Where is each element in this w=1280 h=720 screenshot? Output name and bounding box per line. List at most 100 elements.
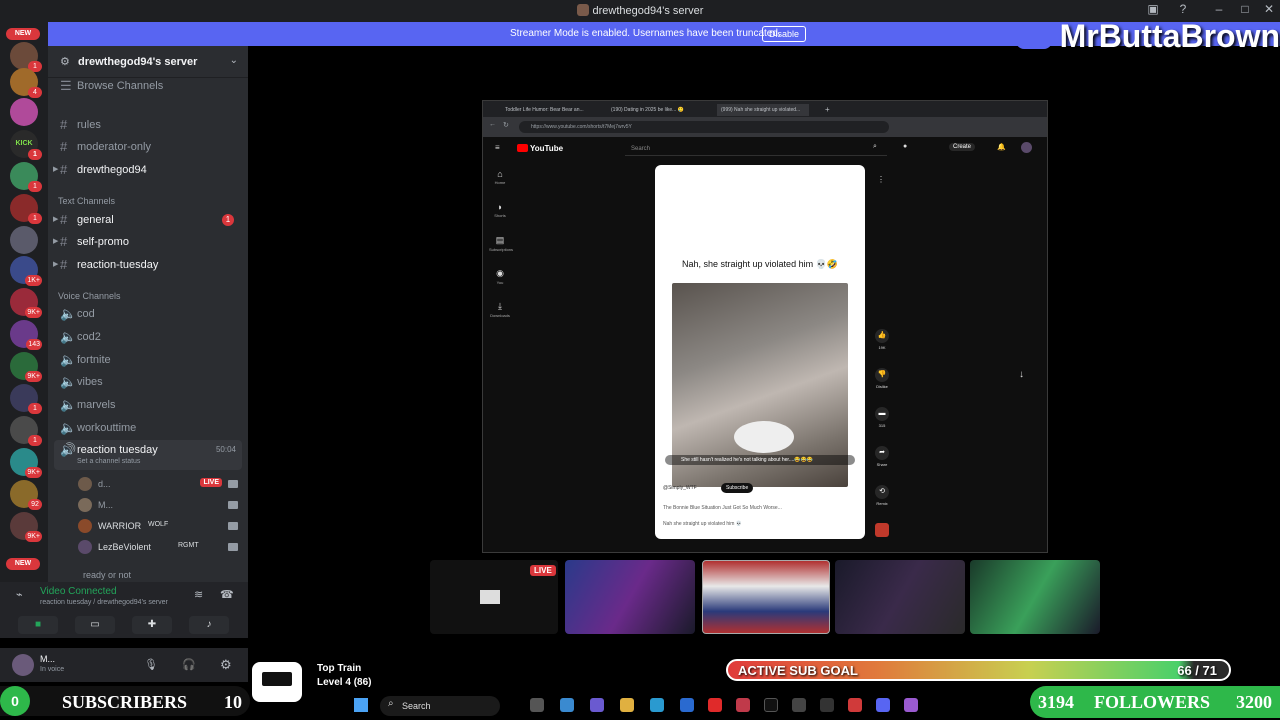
category-voice-channels[interactable]: Voice Channels <box>58 291 121 301</box>
headphones-icon[interactable]: 🎧 <box>182 658 196 671</box>
webcam-tile[interactable] <box>835 560 965 634</box>
webcam-tile[interactable] <box>702 560 830 634</box>
soundboard-button[interactable]: ♪ <box>189 616 229 634</box>
activities-button[interactable]: ✚ <box>132 616 172 634</box>
voice-user[interactable]: M... <box>78 495 240 515</box>
camera-button[interactable]: ■ <box>18 616 58 634</box>
settings-icon[interactable]: ⚙ <box>220 657 232 673</box>
voice-channel-workouttime[interactable]: 🔈 workouttime <box>54 418 242 438</box>
call-of-duty-icon[interactable] <box>820 698 834 712</box>
voice-user[interactable]: LezBeViolent RGMT <box>78 537 240 557</box>
disable-button[interactable]: Disable <box>762 26 807 42</box>
tiktok-icon[interactable] <box>764 698 778 712</box>
connection-location[interactable]: reaction tuesday / drewthegod94's server <box>40 599 168 606</box>
channel-reaction-tuesday[interactable]: ▶ # reaction-tuesday <box>53 255 242 275</box>
task-view-icon[interactable] <box>530 698 544 712</box>
server-header[interactable]: ⚙ drewthegod94's server ⌄ <box>48 46 248 78</box>
url-field[interactable]: https://www.youtube.com/shorts/t7Mej7wrv… <box>519 121 889 133</box>
youtube-icon[interactable] <box>708 698 722 712</box>
voice-user[interactable]: d... LIVE <box>78 474 240 494</box>
voice-channel-reaction-tuesday[interactable]: 🔊 reaction tuesday 50:04 Set a channel s… <box>54 440 242 470</box>
channel-self-promo[interactable]: ▶ # self-promo <box>53 232 242 252</box>
channel-status[interactable]: Set a channel status <box>77 458 140 465</box>
webcam-tile[interactable] <box>565 560 695 634</box>
server-icon[interactable]: 1 <box>10 194 42 224</box>
server-icon[interactable]: 9K+ <box>10 448 42 478</box>
avatar[interactable] <box>12 654 34 676</box>
channel-rules[interactable]: # rules <box>54 115 242 135</box>
server-icon[interactable] <box>10 226 38 254</box>
nav-home[interactable]: ⌂ Home <box>489 169 511 185</box>
nav-subscriptions[interactable]: ▤ Subscriptions <box>489 235 513 252</box>
server-icon[interactable] <box>10 98 38 126</box>
share-button[interactable]: ➦ Share <box>871 446 893 467</box>
channel-handle[interactable]: @Simply_WTF <box>663 485 697 491</box>
disconnect-icon[interactable]: ☎ <box>220 588 234 601</box>
edge-icon[interactable] <box>650 698 664 712</box>
server-icon[interactable]: 1 <box>10 42 42 72</box>
remix-button[interactable]: ⟲ Remix <box>871 485 893 506</box>
channel-general[interactable]: ▶ # general 1 <box>53 210 242 230</box>
youtube-search-input[interactable]: Search <box>625 142 887 156</box>
server-icon[interactable]: 9K+ <box>10 352 42 382</box>
app-icon[interactable] <box>848 698 862 712</box>
discord-icon[interactable] <box>876 698 890 712</box>
store-icon[interactable] <box>680 698 694 712</box>
mic-icon[interactable]: ● <box>903 143 907 150</box>
back-icon[interactable]: ← <box>489 121 496 128</box>
server-icon[interactable]: 1 <box>10 162 42 192</box>
search-icon[interactable]: ⌕ <box>873 143 877 151</box>
dislike-button[interactable]: 👎 Dislike <box>871 368 893 389</box>
more-options-icon[interactable]: ⋮ <box>877 175 885 184</box>
file-explorer-icon[interactable] <box>620 698 634 712</box>
app-icon[interactable] <box>904 698 918 712</box>
microphone-icon[interactable]: 🎙 <box>144 658 158 671</box>
channel-moderator-only[interactable]: # moderator-only <box>54 137 242 157</box>
server-icon[interactable]: 9K+ <box>10 512 42 542</box>
voice-channel-fortnite[interactable]: 🔈 fortnite <box>54 350 242 370</box>
server-icon[interactable]: 1K+ <box>10 256 42 286</box>
taskbar-search[interactable]: Search <box>380 696 500 716</box>
voice-user[interactable]: WARRIOR WOLF <box>78 516 240 536</box>
voice-channel-cod2[interactable]: 🔈 cod2 <box>54 327 242 347</box>
nav-you[interactable]: ◉ You <box>489 268 511 285</box>
nav-downloads[interactable]: ⤓ Downloads <box>489 301 511 318</box>
windows-start-icon[interactable] <box>354 698 368 712</box>
obs-icon[interactable] <box>792 698 806 712</box>
channel-drewthegod94[interactable]: ▶ # drewthegod94 <box>53 160 242 180</box>
create-button[interactable]: Create <box>949 143 976 151</box>
browser-tab[interactable]: Toddler Life Humor: Bear Bear an... <box>505 104 597 116</box>
category-text-channels[interactable]: Text Channels <box>58 196 115 206</box>
server-icon[interactable]: 9K+ <box>10 288 42 318</box>
nav-shorts[interactable]: ◗ Shorts <box>489 202 511 218</box>
server-icon[interactable]: 1 <box>10 416 42 446</box>
short-video-card[interactable]: Nah, she straight up violated him 💀🤣 She… <box>655 165 865 539</box>
server-icon[interactable]: 4 <box>10 68 42 98</box>
linked-video-title[interactable]: The Bonnie Blue Situation Just Got So Mu… <box>663 505 782 511</box>
notifications-icon[interactable]: 🔔 <box>997 143 1006 151</box>
browse-channels[interactable]: ☰ Browse Channels <box>54 76 242 96</box>
browser-tab[interactable]: (190) Dating in 2025 be like... 🥲 <box>611 104 703 116</box>
youtube-logo[interactable]: YouTube <box>517 144 563 153</box>
server-icon[interactable]: 1 <box>10 384 42 414</box>
comments-button[interactable]: ▬ 315 <box>871 407 893 428</box>
new-tab-icon[interactable]: + <box>825 104 830 116</box>
avatar[interactable] <box>1021 142 1032 153</box>
menu-icon[interactable]: ≡ <box>495 143 500 152</box>
reload-icon[interactable]: ↻ <box>503 121 509 129</box>
copilot-icon[interactable] <box>560 698 574 712</box>
channel-avatar-icon[interactable] <box>875 523 889 537</box>
app-icon[interactable] <box>736 698 750 712</box>
server-icon[interactable]: 92 <box>10 480 42 510</box>
app-icon[interactable] <box>590 698 604 712</box>
subscribe-button[interactable]: Subscribe <box>721 483 754 493</box>
webcam-tile[interactable] <box>970 560 1100 634</box>
voice-channel-vibes[interactable]: 🔈 vibes <box>54 372 242 392</box>
server-icon[interactable]: 143 <box>10 320 42 350</box>
screen-share-button[interactable]: ▭ <box>75 616 115 634</box>
server-icon[interactable]: KICK 1 <box>10 130 42 160</box>
voice-channel-cod[interactable]: 🔈 cod <box>54 304 242 324</box>
arrow-down-icon[interactable]: ↓ <box>1019 369 1024 380</box>
like-button[interactable]: 👍 19K <box>871 329 893 350</box>
voice-channel-ready-or-not[interactable]: ready or not <box>54 564 242 582</box>
